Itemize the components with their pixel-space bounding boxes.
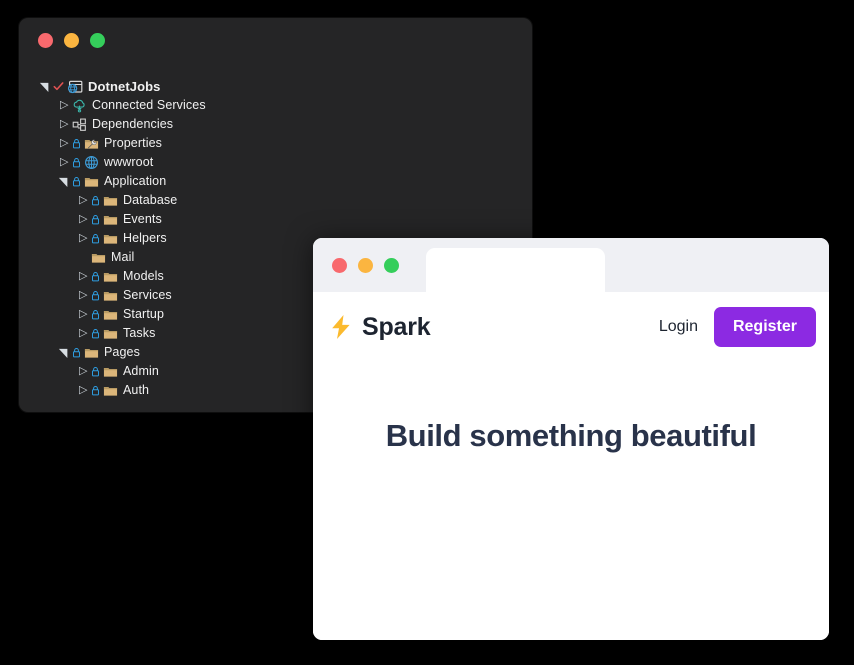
- folder-icon: [103, 326, 118, 341]
- browser-traffic-lights: [313, 238, 399, 292]
- tree-item-wwwroot[interactable]: wwwroot: [19, 153, 532, 172]
- tree-item-label: Mail: [111, 250, 135, 264]
- browser-tab[interactable]: [426, 248, 605, 292]
- tree-expander-events[interactable]: [77, 212, 91, 227]
- tree-item-label: Events: [123, 212, 162, 226]
- lock-icon: [72, 138, 81, 149]
- tree-item-label: Properties: [104, 136, 162, 150]
- lock-icon: [91, 214, 100, 225]
- tree-expander-models[interactable]: [77, 269, 91, 284]
- tree-expander-admin[interactable]: [77, 364, 91, 379]
- tree-item-properties[interactable]: Properties: [19, 134, 532, 153]
- lock-icon: [91, 309, 100, 320]
- globe-icon: [84, 155, 99, 170]
- browser-titlebar: [313, 238, 829, 292]
- lightning-bolt-icon: [329, 314, 353, 340]
- tree-expander-tasks[interactable]: [77, 326, 91, 341]
- source-control-check-icon: [53, 81, 64, 92]
- tree-item-label: Tasks: [123, 326, 156, 340]
- browser-close-button[interactable]: [332, 257, 347, 273]
- lock-icon: [91, 290, 100, 301]
- tree-expander-services[interactable]: [77, 288, 91, 303]
- tree-expander-mail: [77, 251, 91, 265]
- tree-item-label: Startup: [123, 307, 165, 321]
- lock-icon: [72, 347, 81, 358]
- site-brand-name: Spark: [362, 312, 431, 341]
- tree-expander-helpers[interactable]: [77, 231, 91, 246]
- tree-item-connected-services[interactable]: Connected Services: [19, 96, 532, 115]
- tree-item-label: Dependencies: [92, 117, 174, 131]
- tree-expander-auth[interactable]: [77, 383, 91, 398]
- site-brand[interactable]: Spark: [329, 312, 431, 342]
- tree-expander-database[interactable]: [77, 193, 91, 208]
- site-navbar: Spark Login Register: [313, 292, 829, 362]
- properties-folder-icon: [84, 136, 99, 151]
- folder-icon: [103, 193, 118, 208]
- lock-icon: [91, 233, 100, 244]
- folder-icon: [103, 212, 118, 227]
- tree-item-label: Pages: [104, 345, 140, 359]
- ide-close-button[interactable]: [38, 32, 53, 48]
- tree-item-label: Helpers: [123, 231, 167, 245]
- lock-icon: [72, 176, 81, 187]
- folder-icon: [91, 250, 106, 265]
- folder-icon: [103, 269, 118, 284]
- register-button[interactable]: Register: [713, 307, 816, 347]
- browser-page-content: Spark Login Register Build something bea…: [313, 292, 829, 640]
- tree-item-label: Application: [104, 174, 167, 188]
- lock-icon: [91, 366, 100, 377]
- login-link[interactable]: Login: [659, 318, 698, 336]
- tree-expander-wwwroot[interactable]: [58, 155, 72, 170]
- ide-minimize-button[interactable]: [64, 32, 79, 48]
- browser-window: Spark Login Register Build something bea…: [313, 238, 829, 640]
- site-nav-actions: Login Register: [659, 307, 816, 347]
- lock-icon: [91, 271, 100, 282]
- tree-item-label: Connected Services: [92, 98, 206, 112]
- lock-icon: [91, 385, 100, 396]
- tree-expander-dotnetjobs[interactable]: [39, 80, 53, 94]
- folder-icon: [103, 307, 118, 322]
- folder-icon: [84, 345, 99, 360]
- tree-item-events[interactable]: Events: [19, 210, 532, 229]
- dependencies-icon: [72, 117, 87, 132]
- hero-section: Build something beautiful: [313, 362, 829, 454]
- tree-item-database[interactable]: Database: [19, 191, 532, 210]
- tree-item-label: Database: [123, 193, 178, 207]
- web-project-icon: [67, 79, 83, 95]
- tree-item-label: Services: [123, 288, 172, 302]
- browser-minimize-button[interactable]: [358, 257, 373, 273]
- tree-item-dependencies[interactable]: Dependencies: [19, 115, 532, 134]
- tree-expander-application[interactable]: [58, 175, 72, 189]
- lock-icon: [72, 157, 81, 168]
- lock-icon: [91, 328, 100, 339]
- tree-expander-properties[interactable]: [58, 136, 72, 151]
- connected-services-icon: [72, 98, 87, 113]
- tree-item-label: Admin: [123, 364, 159, 378]
- tree-expander-dependencies[interactable]: [58, 117, 72, 132]
- ide-titlebar: [19, 18, 532, 62]
- folder-icon: [103, 383, 118, 398]
- folder-icon: [84, 174, 99, 189]
- folder-icon: [103, 231, 118, 246]
- folder-icon: [103, 288, 118, 303]
- tree-expander-connected-services[interactable]: [58, 98, 72, 113]
- browser-maximize-button[interactable]: [384, 257, 399, 273]
- hero-title: Build something beautiful: [385, 418, 757, 453]
- tree-item-label: DotnetJobs: [88, 79, 161, 94]
- tree-item-label: Auth: [123, 383, 150, 397]
- tree-expander-startup[interactable]: [77, 307, 91, 322]
- folder-icon: [103, 364, 118, 379]
- tree-item-label: Models: [123, 269, 164, 283]
- tree-item-application[interactable]: Application: [19, 172, 532, 191]
- lock-icon: [91, 195, 100, 206]
- tree-item-label: wwwroot: [104, 155, 154, 169]
- tree-item-dotnetjobs[interactable]: DotnetJobs: [19, 77, 532, 96]
- ide-maximize-button[interactable]: [90, 32, 105, 48]
- tree-expander-pages[interactable]: [58, 346, 72, 360]
